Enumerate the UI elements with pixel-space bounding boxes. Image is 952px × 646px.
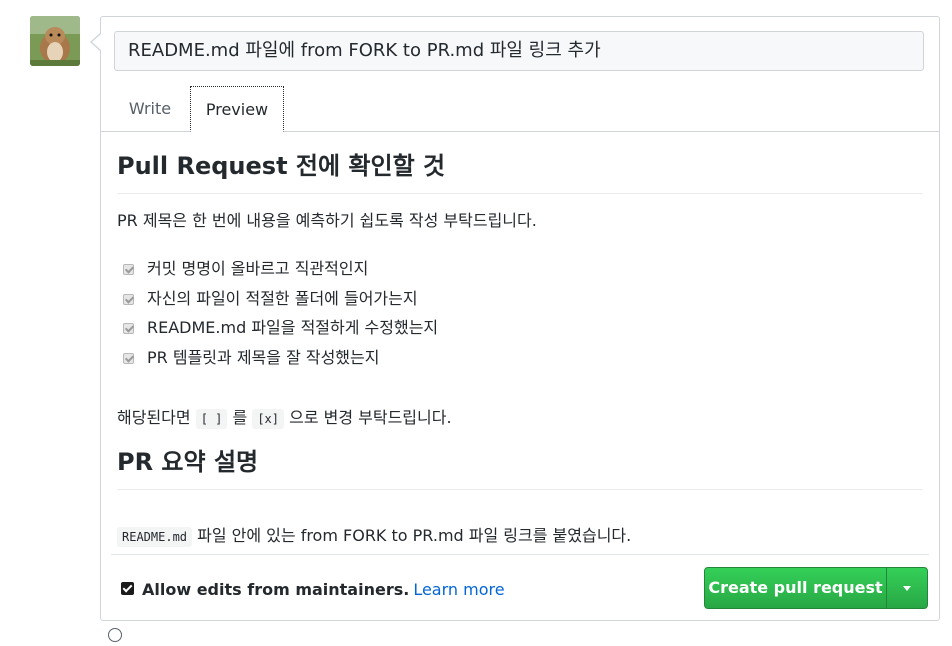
task-list-item: README.md 파일을 적절하게 수정했는지 [123,313,438,343]
task-label: PR 템플릿과 제목을 잘 작성했는지 [147,347,380,367]
create-pull-request-button[interactable]: Create pull request [705,568,887,608]
task-list-item: 커밋 명명이 올바르고 직관적인지 [123,254,438,284]
preview-summary-text: README.md 파일 안에 있는 from FORK to PR.md 파일… [117,524,631,549]
pr-title-input[interactable]: README.md 파일에 from FORK to PR.md 파일 링크 추… [114,31,924,71]
summary-text: 파일 안에 있는 from FORK to PR.md 파일 링크를 붙였습니다… [197,526,632,545]
info-icon [108,628,122,642]
form-footer-divider [111,554,929,555]
task-checkbox [123,264,134,275]
user-avatar[interactable] [30,16,80,66]
comment-caret-fill [92,34,101,50]
tab-write[interactable]: Write [115,86,185,132]
preview-note-text: 해당된다면 [ ] 를 [x] 으로 변경 부탁드립니다. [117,406,452,431]
note-suffix: 으로 변경 부탁드립니다. [289,408,452,427]
tab-preview[interactable]: Preview [190,86,284,132]
summary-code: README.md [117,527,193,547]
note-prefix: 해당된다면 [117,408,191,427]
task-checkbox [123,352,134,364]
preview-heading-checklist: Pull Request 전에 확인할 것 [117,149,923,194]
task-list: 커밋 명명이 올바르고 직관적인지 자신의 파일이 적절한 폴더에 들어가는지 … [123,254,438,372]
task-list-item: PR 템플릿과 제목을 잘 작성했는지 [123,343,438,373]
note-mid: 를 [232,408,248,427]
allow-edits-row: Allow edits from maintainers. Learn more [121,578,505,602]
allow-edits-label: Allow edits from maintainers. [142,580,410,599]
create-pr-button-group: Create pull request [704,567,928,609]
task-label: 커밋 명명이 올바르고 직관적인지 [147,259,369,278]
note-code-checked: [x] [252,409,284,429]
allow-edits-checkbox[interactable] [121,582,134,595]
task-checkbox [123,323,134,334]
learn-more-link[interactable]: Learn more [413,580,504,599]
task-list-item: 자신의 파일이 적절한 폴더에 들어가는지 [123,284,438,314]
note-code-unchecked: [ ] [195,409,228,429]
pr-form-box: README.md 파일에 from FORK to PR.md 파일 링크 추… [100,16,940,621]
create-pr-dropdown-button[interactable] [887,568,927,608]
footer-hint [108,628,122,646]
task-label: 자신의 파일이 적절한 폴더에 들어가는지 [147,288,418,308]
task-checkbox [123,293,134,305]
preview-intro-text: PR 제목은 한 번에 내용을 예측하기 쉽도록 작성 부탁드립니다. [117,211,537,230]
task-label: README.md 파일을 적절하게 수정했는지 [147,318,439,337]
preview-heading-summary: PR 요약 설명 [117,445,923,490]
